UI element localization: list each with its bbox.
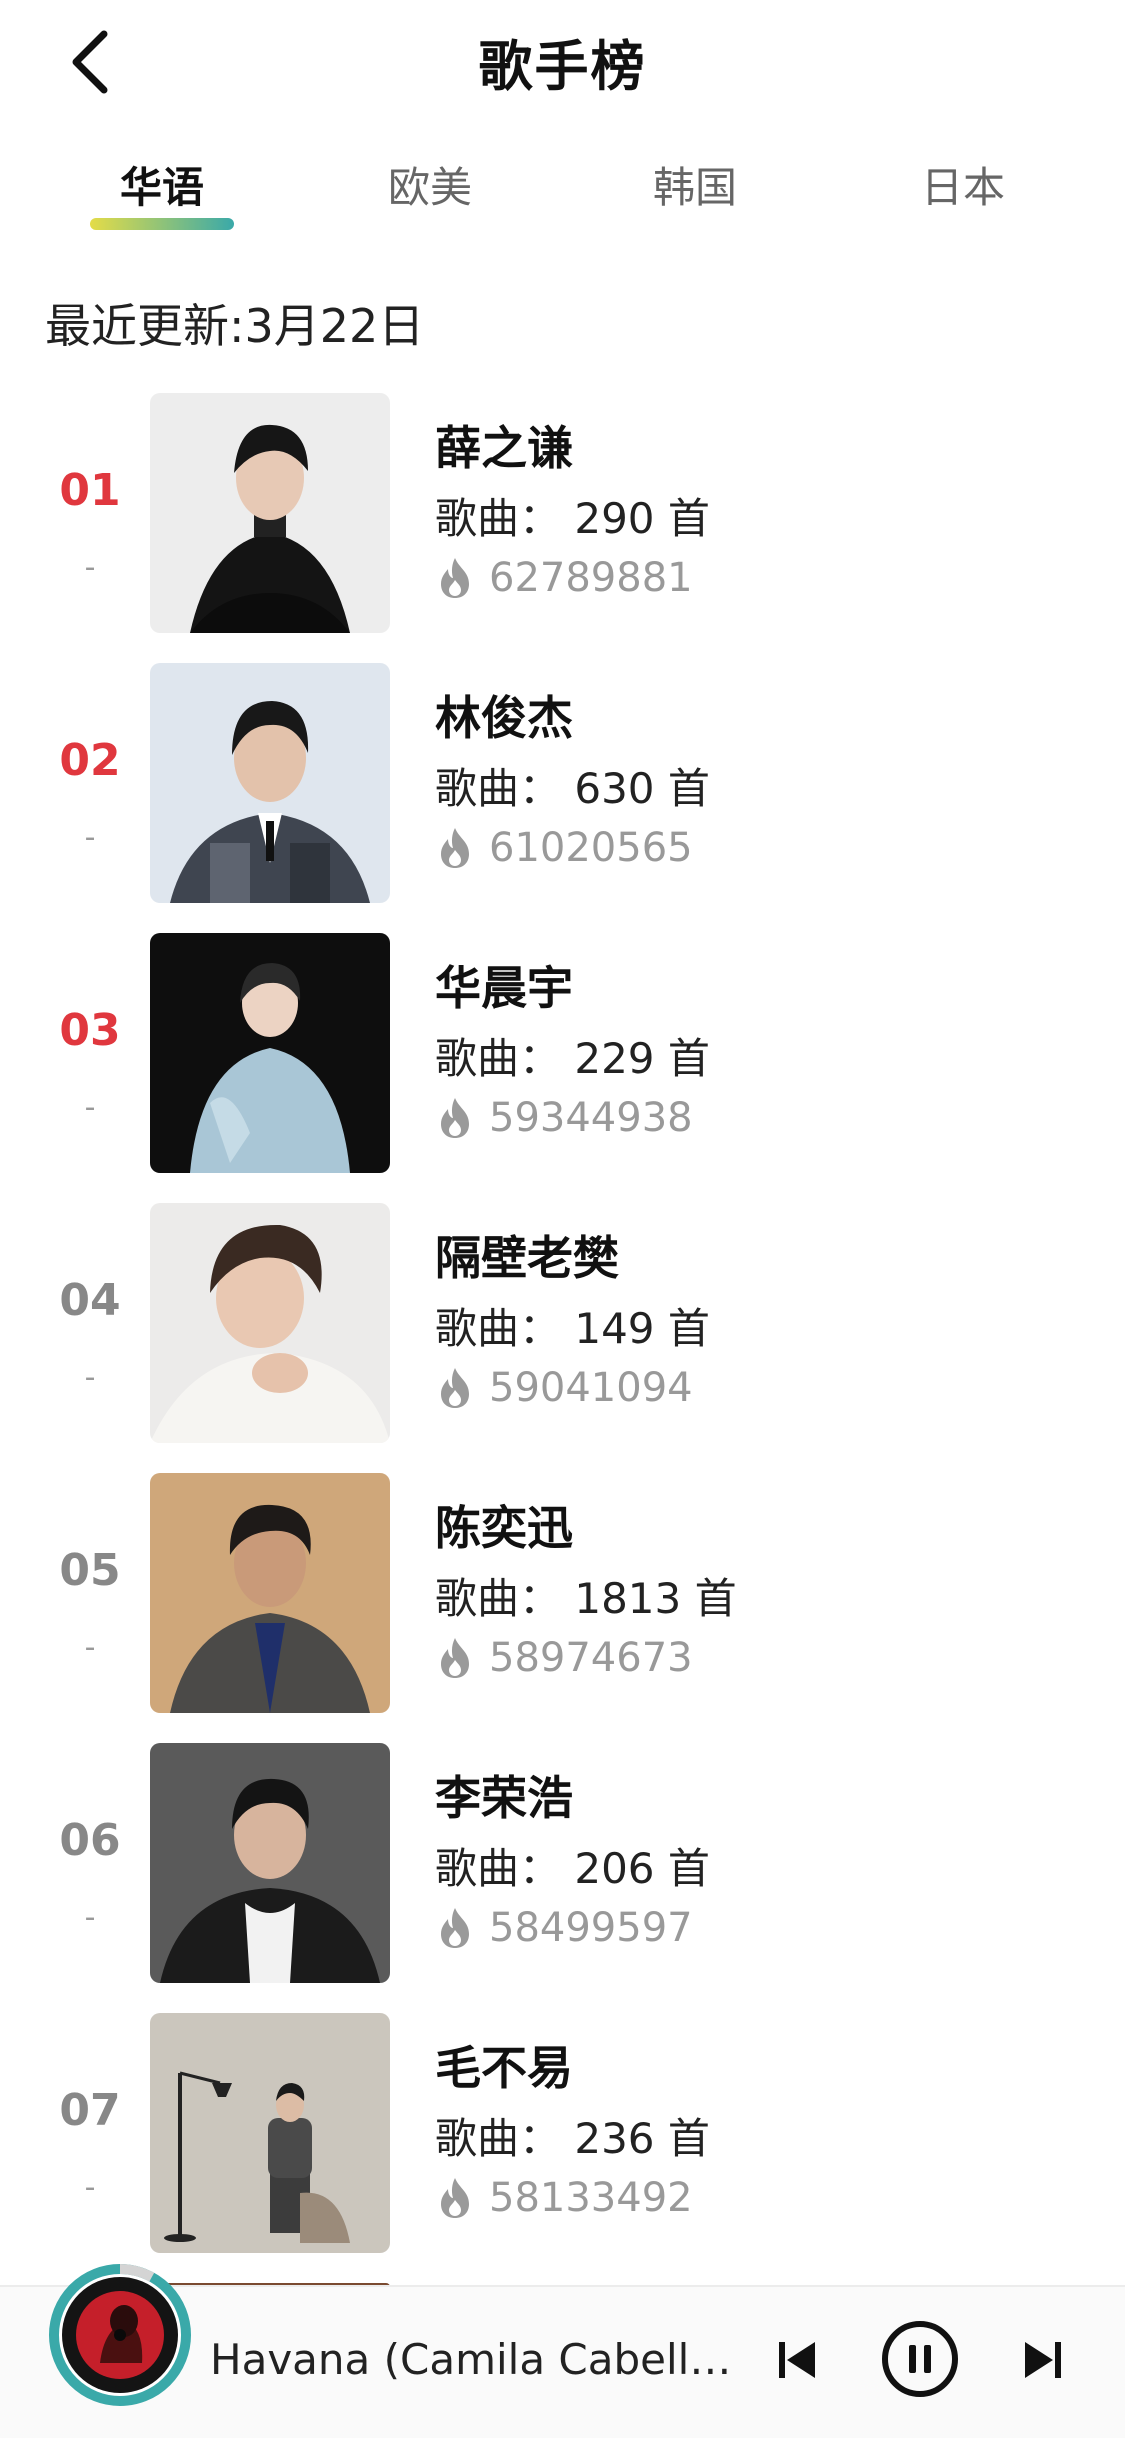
pause-icon (882, 2321, 958, 2397)
rank-number: 05 (59, 1545, 121, 1596)
song-count: 歌曲： 236 首 (435, 2114, 710, 2163)
song-count: 歌曲： 229 首 (435, 1034, 710, 1083)
rank-number: 06 (59, 1815, 121, 1866)
skip-previous-icon (779, 2342, 815, 2378)
rank-trend: - (84, 820, 96, 855)
rank-trend: - (84, 1090, 96, 1125)
category-tabs: 华语 欧美 韩国 日本 (0, 140, 1125, 240)
heat-value: 58133492 (489, 2175, 693, 2221)
rank-number: 01 (59, 465, 121, 516)
artist-name: 隔壁老樊 (435, 1231, 619, 1285)
tab-japanese[interactable]: 日本 (863, 154, 1063, 215)
artist-avatar (150, 2013, 390, 2253)
heat-value: 61020565 (489, 825, 693, 871)
heat-value: 58499597 (489, 1905, 693, 1951)
heat-count: 58133492 (435, 2175, 693, 2221)
mini-player[interactable]: Havana (Camila Cabello/Y… (0, 2264, 1125, 2438)
list-item[interactable]: 02 - 林俊杰 歌曲： 630 首 61020565 (0, 660, 1125, 905)
artist-name: 陈奕迅 (435, 1501, 573, 1555)
artist-name: 李荣浩 (435, 1771, 573, 1825)
tab-chinese[interactable]: 华语 (62, 154, 262, 215)
list-item[interactable]: 04 - 隔壁老樊 歌曲： 149 首 59041094 (0, 1200, 1125, 1445)
skip-next-icon (1025, 2342, 1061, 2378)
progress-ring (49, 2264, 191, 2406)
heat-value: 58974673 (489, 1635, 693, 1681)
list-item[interactable]: 07 - 毛不易 歌曲： 236 首 58133492 (0, 2010, 1125, 2255)
heat-count: 59041094 (435, 1365, 693, 1411)
rank-trend: - (84, 1360, 96, 1395)
artist-name: 毛不易 (435, 2041, 573, 2095)
rank-number: 07 (59, 2085, 121, 2136)
artist-name: 林俊杰 (435, 691, 573, 745)
song-count: 歌曲： 1813 首 (435, 1574, 737, 1623)
artist-avatar (150, 393, 390, 633)
rank-number: 03 (59, 1005, 121, 1056)
heat-count: 59344938 (435, 1095, 693, 1141)
list-item[interactable]: 03 - 华晨宇 歌曲： 229 首 59344938 (0, 930, 1125, 1175)
artist-avatar (150, 1203, 390, 1443)
heat-value: 62789881 (489, 555, 693, 601)
rank-trend: - (84, 1630, 96, 1665)
list-item[interactable]: 06 - 李荣浩 歌曲： 206 首 58499597 (0, 1740, 1125, 1985)
heat-count: 61020565 (435, 825, 693, 871)
previous-button[interactable] (762, 2325, 832, 2395)
rank-number: 02 (59, 735, 121, 786)
active-tab-indicator (90, 218, 234, 230)
artist-avatar (150, 933, 390, 1173)
rank-trend: - (84, 2170, 96, 2205)
artist-avatar (150, 663, 390, 903)
fire-icon (441, 1368, 469, 1408)
tab-western[interactable]: 欧美 (330, 154, 530, 215)
pause-button[interactable] (878, 2317, 962, 2401)
fire-icon (441, 828, 469, 868)
rank-number: 04 (59, 1275, 121, 1326)
artist-name: 薛之谦 (435, 421, 573, 475)
update-time: 最近更新:3月22日 (45, 299, 425, 353)
fire-icon (441, 2178, 469, 2218)
heat-value: 59344938 (489, 1095, 693, 1141)
list-item[interactable]: 05 - 陈奕迅 歌曲： 1813 首 58974673 (0, 1470, 1125, 1715)
song-count: 歌曲： 290 首 (435, 494, 710, 543)
song-count: 歌曲： 630 首 (435, 764, 710, 813)
page-title: 歌手榜 (478, 35, 647, 98)
tab-korean[interactable]: 韩国 (595, 154, 795, 215)
fire-icon (441, 1908, 469, 1948)
rank-trend: - (84, 1900, 96, 1935)
heat-count: 58499597 (435, 1905, 693, 1951)
fire-icon (441, 1098, 469, 1138)
artist-avatar (150, 1473, 390, 1713)
song-count: 歌曲： 206 首 (435, 1844, 710, 1893)
rank-trend: - (84, 550, 96, 585)
fire-icon (441, 1638, 469, 1678)
fire-icon (441, 558, 469, 598)
heat-count: 58974673 (435, 1635, 693, 1681)
track-title[interactable]: Havana (Camila Cabello/Y… (210, 2335, 750, 2384)
song-count: 歌曲： 149 首 (435, 1304, 710, 1353)
list-item[interactable]: 01 - 薛之谦 歌曲： 290 首 62789881 (0, 390, 1125, 635)
album-disc[interactable] (44, 2259, 196, 2411)
heat-count: 62789881 (435, 555, 693, 601)
artist-avatar (150, 1743, 390, 1983)
header: 歌手榜 (0, 0, 1125, 120)
next-button[interactable] (1008, 2325, 1078, 2395)
heat-value: 59041094 (489, 1365, 693, 1411)
artist-name: 华晨宇 (435, 961, 573, 1015)
